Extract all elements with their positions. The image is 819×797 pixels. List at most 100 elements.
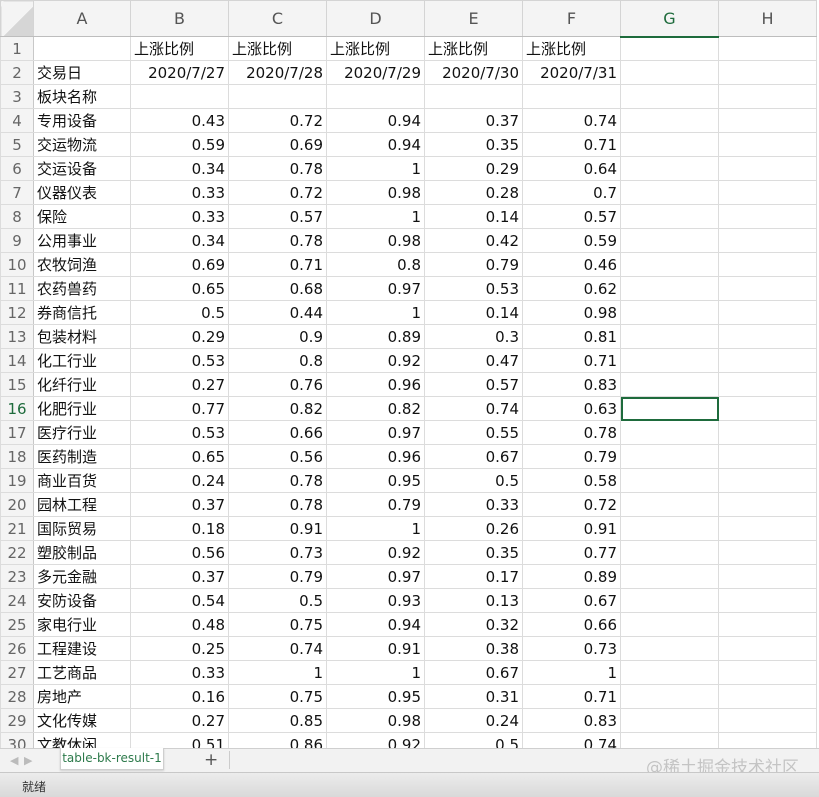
row-header[interactable]: 21	[0, 516, 34, 541]
cell-b19[interactable]: 0.24	[130, 468, 229, 493]
cell-a4[interactable]: 专用设备	[33, 108, 131, 133]
column-header-a[interactable]: A	[33, 0, 131, 37]
row-header[interactable]: 18	[0, 444, 34, 469]
cell-b22[interactable]: 0.56	[130, 540, 229, 565]
cell-b4[interactable]: 0.43	[130, 108, 229, 133]
cell-b29[interactable]: 0.27	[130, 708, 229, 733]
cell-c28[interactable]: 0.75	[228, 684, 327, 709]
cell-b13[interactable]: 0.29	[130, 324, 229, 349]
cell-a6[interactable]: 交运设备	[33, 156, 131, 181]
cell-b24[interactable]: 0.54	[130, 588, 229, 613]
cell-f10[interactable]: 0.46	[522, 252, 621, 277]
cell-b10[interactable]: 0.69	[130, 252, 229, 277]
cell-h21[interactable]	[718, 516, 817, 541]
row-header[interactable]: 17	[0, 420, 34, 445]
cell-a14[interactable]: 化工行业	[33, 348, 131, 373]
row-header[interactable]: 20	[0, 492, 34, 517]
cell-e22[interactable]: 0.35	[424, 540, 523, 565]
cell-a17[interactable]: 医疗行业	[33, 420, 131, 445]
cell-a28[interactable]: 房地产	[33, 684, 131, 709]
row-header[interactable]: 29	[0, 708, 34, 733]
cell-f19[interactable]: 0.58	[522, 468, 621, 493]
cell-g1[interactable]	[620, 36, 719, 61]
row-header[interactable]: 2	[0, 60, 34, 85]
cell-f28[interactable]: 0.71	[522, 684, 621, 709]
row-header[interactable]: 22	[0, 540, 34, 565]
cell-d5[interactable]: 0.94	[326, 132, 425, 157]
cell-c27[interactable]: 1	[228, 660, 327, 685]
cell-g26[interactable]	[620, 636, 719, 661]
cell-b3[interactable]	[130, 84, 229, 109]
cell-g9[interactable]	[620, 228, 719, 253]
cell-g6[interactable]	[620, 156, 719, 181]
cell-d23[interactable]: 0.97	[326, 564, 425, 589]
row-header[interactable]: 24	[0, 588, 34, 613]
cell-d28[interactable]: 0.95	[326, 684, 425, 709]
cell-h19[interactable]	[718, 468, 817, 493]
column-header-f[interactable]: F	[522, 0, 621, 37]
cell-h25[interactable]	[718, 612, 817, 637]
cell-d1[interactable]: 上涨比例	[326, 36, 425, 61]
cell-d29[interactable]: 0.98	[326, 708, 425, 733]
cell-e20[interactable]: 0.33	[424, 492, 523, 517]
row-header[interactable]: 14	[0, 348, 34, 373]
cell-h28[interactable]	[718, 684, 817, 709]
cell-e16[interactable]: 0.74	[424, 396, 523, 421]
cell-d18[interactable]: 0.96	[326, 444, 425, 469]
cell-g21[interactable]	[620, 516, 719, 541]
cell-b8[interactable]: 0.33	[130, 204, 229, 229]
cell-e23[interactable]: 0.17	[424, 564, 523, 589]
row-header[interactable]: 3	[0, 84, 34, 109]
cell-g30[interactable]	[620, 732, 719, 748]
cell-a7[interactable]: 仪器仪表	[33, 180, 131, 205]
cell-h5[interactable]	[718, 132, 817, 157]
cell-d25[interactable]: 0.94	[326, 612, 425, 637]
cell-e2[interactable]: 2020/7/30	[424, 60, 523, 85]
column-header-g[interactable]: G	[620, 0, 719, 38]
cell-b30[interactable]: 0.51	[130, 732, 229, 748]
cell-e3[interactable]	[424, 84, 523, 109]
cell-g16[interactable]	[620, 396, 719, 421]
cell-e6[interactable]: 0.29	[424, 156, 523, 181]
cell-e1[interactable]: 上涨比例	[424, 36, 523, 61]
cell-g17[interactable]	[620, 420, 719, 445]
cell-h15[interactable]	[718, 372, 817, 397]
cell-h16[interactable]	[718, 396, 817, 421]
cell-b27[interactable]: 0.33	[130, 660, 229, 685]
prev-sheet-icon[interactable]: ◀	[10, 754, 18, 767]
cell-f16[interactable]: 0.63	[522, 396, 621, 421]
cell-d15[interactable]: 0.96	[326, 372, 425, 397]
cell-b17[interactable]: 0.53	[130, 420, 229, 445]
cell-e30[interactable]: 0.5	[424, 732, 523, 748]
cell-b1[interactable]: 上涨比例	[130, 36, 229, 61]
cell-b14[interactable]: 0.53	[130, 348, 229, 373]
cell-f23[interactable]: 0.89	[522, 564, 621, 589]
cell-f30[interactable]: 0.74	[522, 732, 621, 748]
cell-f29[interactable]: 0.83	[522, 708, 621, 733]
cell-f21[interactable]: 0.91	[522, 516, 621, 541]
cell-a11[interactable]: 农药兽药	[33, 276, 131, 301]
cell-d20[interactable]: 0.79	[326, 492, 425, 517]
cell-f4[interactable]: 0.74	[522, 108, 621, 133]
cell-e17[interactable]: 0.55	[424, 420, 523, 445]
cell-c1[interactable]: 上涨比例	[228, 36, 327, 61]
cell-e9[interactable]: 0.42	[424, 228, 523, 253]
cell-g24[interactable]	[620, 588, 719, 613]
cell-d16[interactable]: 0.82	[326, 396, 425, 421]
cell-a23[interactable]: 多元金融	[33, 564, 131, 589]
cell-h26[interactable]	[718, 636, 817, 661]
cell-f18[interactable]: 0.79	[522, 444, 621, 469]
cell-a8[interactable]: 保险	[33, 204, 131, 229]
row-header[interactable]: 15	[0, 372, 34, 397]
cell-d6[interactable]: 1	[326, 156, 425, 181]
cell-b28[interactable]: 0.16	[130, 684, 229, 709]
row-header[interactable]: 4	[0, 108, 34, 133]
cell-h14[interactable]	[718, 348, 817, 373]
cell-c14[interactable]: 0.8	[228, 348, 327, 373]
cell-b20[interactable]: 0.37	[130, 492, 229, 517]
cell-a30[interactable]: 文教休闲	[33, 732, 131, 748]
cell-g28[interactable]	[620, 684, 719, 709]
cell-d7[interactable]: 0.98	[326, 180, 425, 205]
cell-g20[interactable]	[620, 492, 719, 517]
cell-g8[interactable]	[620, 204, 719, 229]
